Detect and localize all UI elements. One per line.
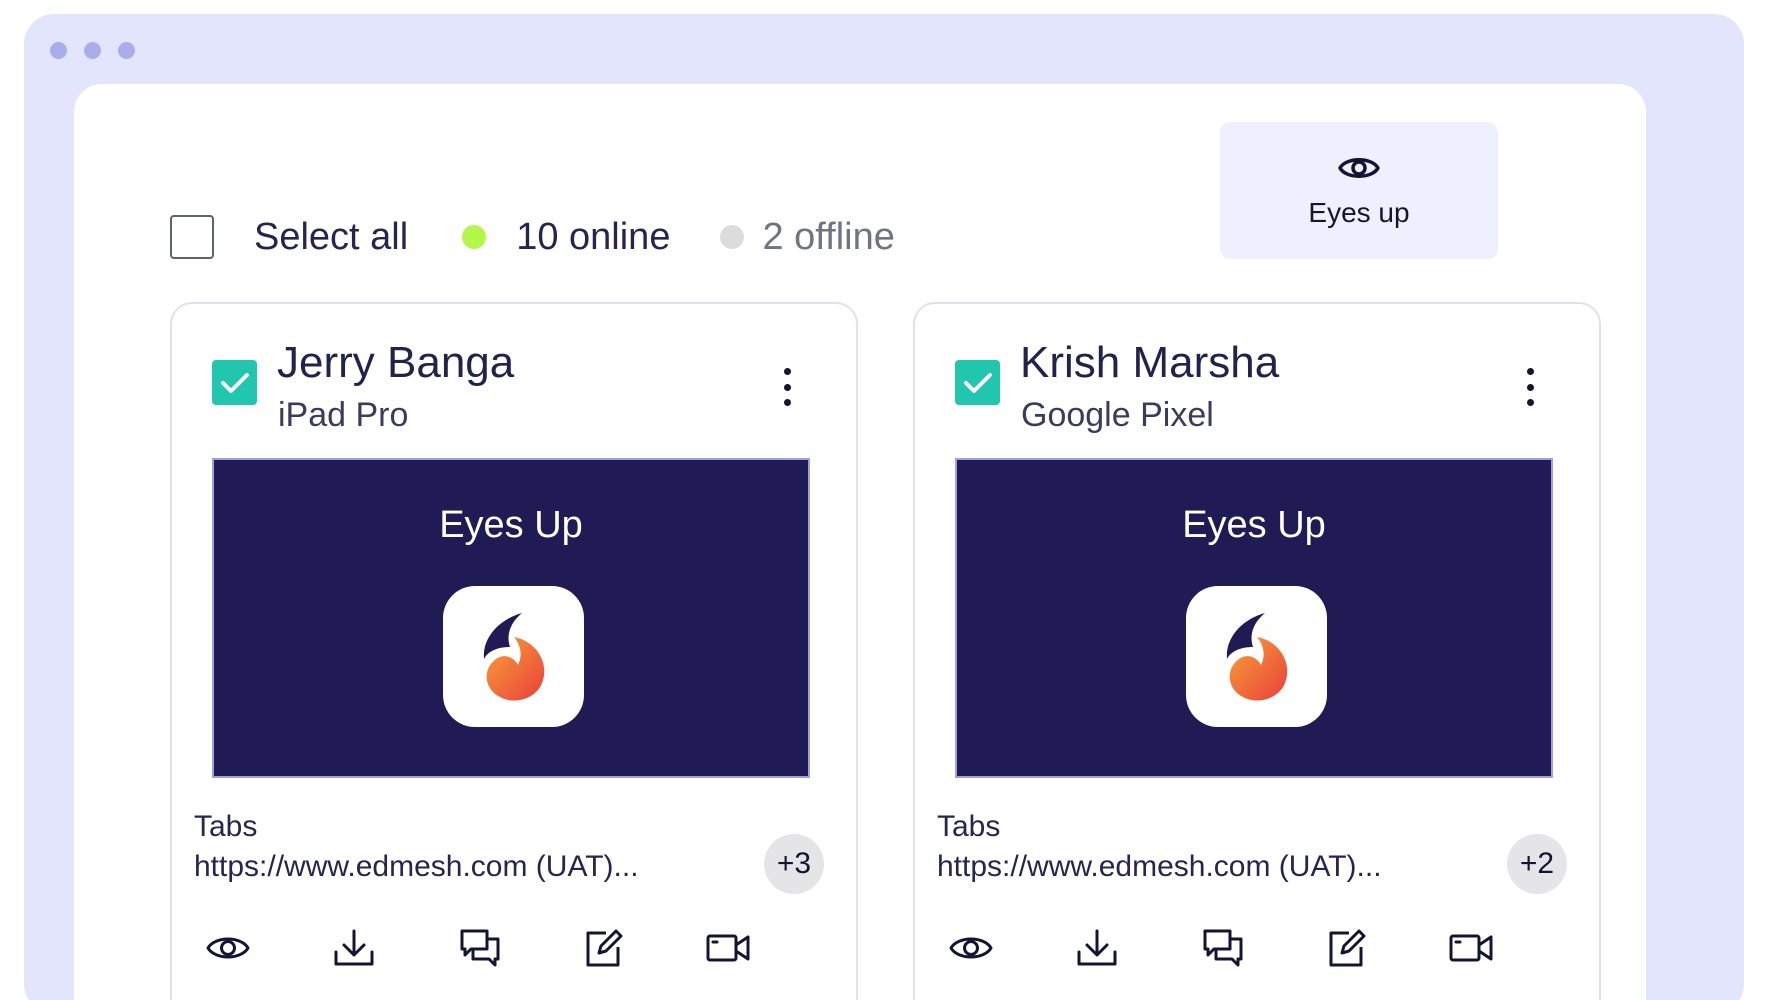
screen-title: Eyes Up	[439, 504, 583, 546]
offline-status-dot	[720, 225, 745, 249]
video-camera-icon	[706, 934, 750, 962]
device-screen-preview[interactable]: Eyes Up	[212, 458, 810, 778]
edit-icon	[1329, 929, 1366, 967]
window-dot-icon[interactable]	[50, 42, 67, 59]
device-screen-preview[interactable]: Eyes Up	[955, 458, 1553, 778]
more-options-icon[interactable]	[772, 364, 802, 410]
card-actions	[202, 922, 834, 974]
select-all-label[interactable]: Select all	[254, 216, 408, 259]
window-dot-icon[interactable]	[118, 42, 135, 59]
device-checkbox[interactable]	[955, 360, 1000, 405]
device-card: Krish Marsha Google Pixel Eyes Up Tabs h…	[913, 302, 1601, 1000]
device-checkbox[interactable]	[212, 360, 257, 405]
checkmark-icon	[963, 372, 992, 393]
tab-url[interactable]: https://www.edmesh.com (UAT)...	[937, 850, 1382, 884]
edit-icon	[586, 929, 623, 967]
view-screen-button[interactable]	[945, 922, 997, 974]
app-logo-icon	[443, 586, 584, 727]
online-count: 10 online	[516, 215, 671, 258]
message-button[interactable]	[1197, 922, 1249, 974]
tabs-label: Tabs	[194, 810, 258, 843]
view-screen-button[interactable]	[202, 922, 254, 974]
download-icon	[1077, 929, 1117, 966]
download-icon	[334, 929, 374, 966]
student-name: Krish Marsha	[1020, 338, 1280, 387]
online-status-dot	[462, 225, 487, 249]
download-button[interactable]	[1071, 922, 1123, 974]
device-type: iPad Pro	[278, 396, 409, 434]
edit-button[interactable]	[1321, 922, 1373, 974]
more-tabs-badge[interactable]: +3	[764, 834, 824, 894]
video-call-button[interactable]	[1445, 922, 1497, 974]
device-type: Google Pixel	[1021, 396, 1214, 434]
eyes-up-button[interactable]: Eyes up	[1220, 122, 1498, 259]
offline-count: 2 offline	[762, 215, 895, 258]
video-camera-icon	[1449, 934, 1493, 962]
eye-icon	[1338, 157, 1380, 178]
tab-url[interactable]: https://www.edmesh.com (UAT)...	[194, 850, 639, 884]
message-button[interactable]	[454, 922, 506, 974]
device-card: Jerry Banga iPad Pro Eyes Up Tabs https:…	[170, 302, 858, 1000]
eyes-up-label: Eyes up	[1308, 196, 1410, 228]
eye-icon	[949, 937, 993, 959]
more-options-icon[interactable]	[1515, 364, 1545, 410]
video-call-button[interactable]	[702, 922, 754, 974]
more-tabs-badge[interactable]: +2	[1507, 834, 1567, 894]
tabs-label: Tabs	[937, 810, 1001, 843]
selection-toolbar: Select all 10 online 2 offline	[170, 214, 895, 260]
chat-icon	[460, 929, 500, 967]
checkmark-icon	[220, 372, 249, 393]
edit-button[interactable]	[578, 922, 630, 974]
screen-title: Eyes Up	[1182, 504, 1326, 546]
eye-icon	[206, 937, 250, 959]
select-all-checkbox[interactable]	[170, 215, 214, 259]
chat-icon	[1203, 929, 1243, 967]
download-button[interactable]	[328, 922, 380, 974]
window-controls	[50, 42, 135, 59]
window-dot-icon[interactable]	[84, 42, 101, 59]
card-actions	[945, 922, 1577, 974]
student-name: Jerry Banga	[277, 338, 515, 387]
app-logo-icon	[1186, 586, 1327, 727]
